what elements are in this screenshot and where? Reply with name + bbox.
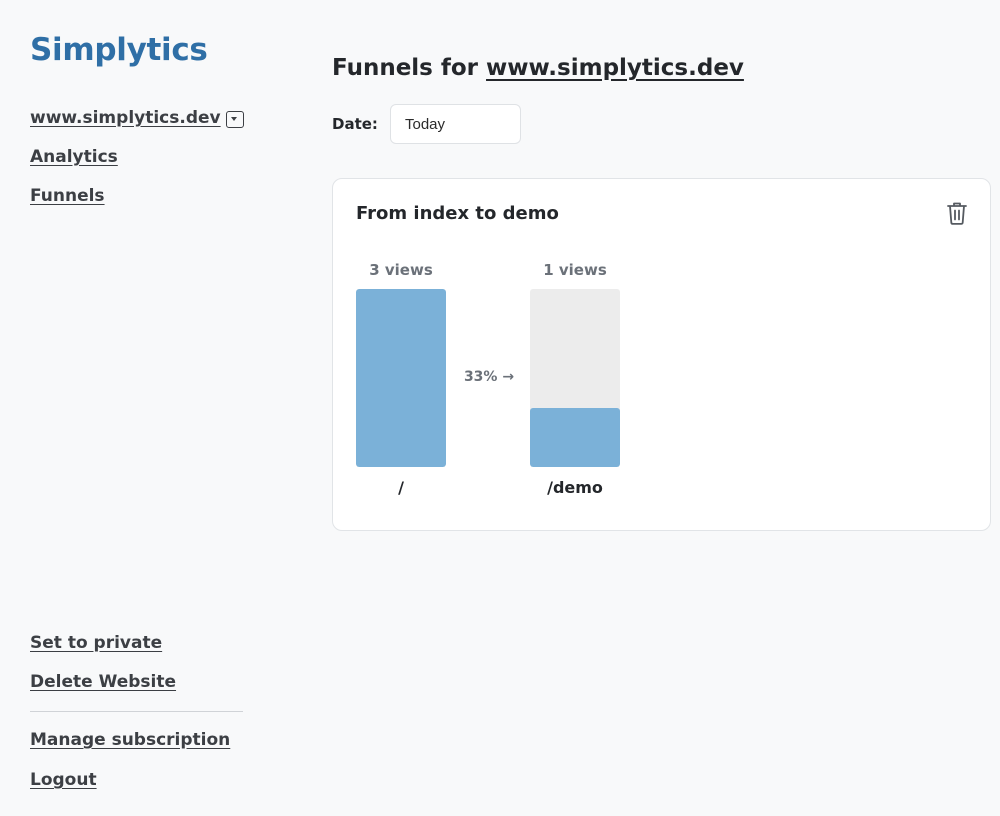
set-private-link[interactable]: Set to private xyxy=(30,633,162,653)
funnel-bar-fill xyxy=(530,408,620,467)
page-title-site-link[interactable]: www.simplytics.dev xyxy=(486,55,744,81)
date-label: Date: xyxy=(332,115,378,133)
funnel-bar-track xyxy=(530,289,620,467)
delete-website-link[interactable]: Delete Website xyxy=(30,672,176,692)
date-select[interactable]: Today xyxy=(390,104,521,144)
site-selector[interactable]: www.simplytics.dev xyxy=(30,108,244,128)
conversion-rate: 33% → xyxy=(463,369,515,385)
step-path-label: /demo xyxy=(547,478,603,497)
sidebar-item-analytics[interactable]: Analytics xyxy=(30,147,118,167)
funnel-bar-fill xyxy=(356,289,446,467)
manage-subscription-link[interactable]: Manage subscription xyxy=(30,730,230,750)
sidebar-divider xyxy=(30,711,243,712)
step-path-label: / xyxy=(398,478,404,497)
sidebar-item-funnels[interactable]: Funnels xyxy=(30,186,105,206)
app-logo[interactable]: Simplytics xyxy=(30,32,208,68)
page-title-prefix: Funnels for xyxy=(332,55,487,81)
site-selector-label: www.simplytics.dev xyxy=(30,108,221,128)
date-select-value: Today xyxy=(405,115,446,133)
funnel-title: From index to demo xyxy=(356,203,559,224)
funnel-bar-track xyxy=(356,289,446,467)
logout-link[interactable]: Logout xyxy=(30,770,97,790)
step-views-label: 3 views xyxy=(369,261,433,279)
trash-icon[interactable] xyxy=(946,201,968,225)
funnel-card: From index to demo 3 views / 33% → 1 vie… xyxy=(332,178,991,531)
step-views-label: 1 views xyxy=(543,261,607,279)
main-content: Funnels for www.simplytics.dev Date: Tod… xyxy=(332,0,1000,816)
page-title: Funnels for www.simplytics.dev xyxy=(332,55,744,81)
chevron-down-icon[interactable] xyxy=(225,110,244,128)
sidebar: Simplytics www.simplytics.dev Analytics … xyxy=(0,0,300,816)
